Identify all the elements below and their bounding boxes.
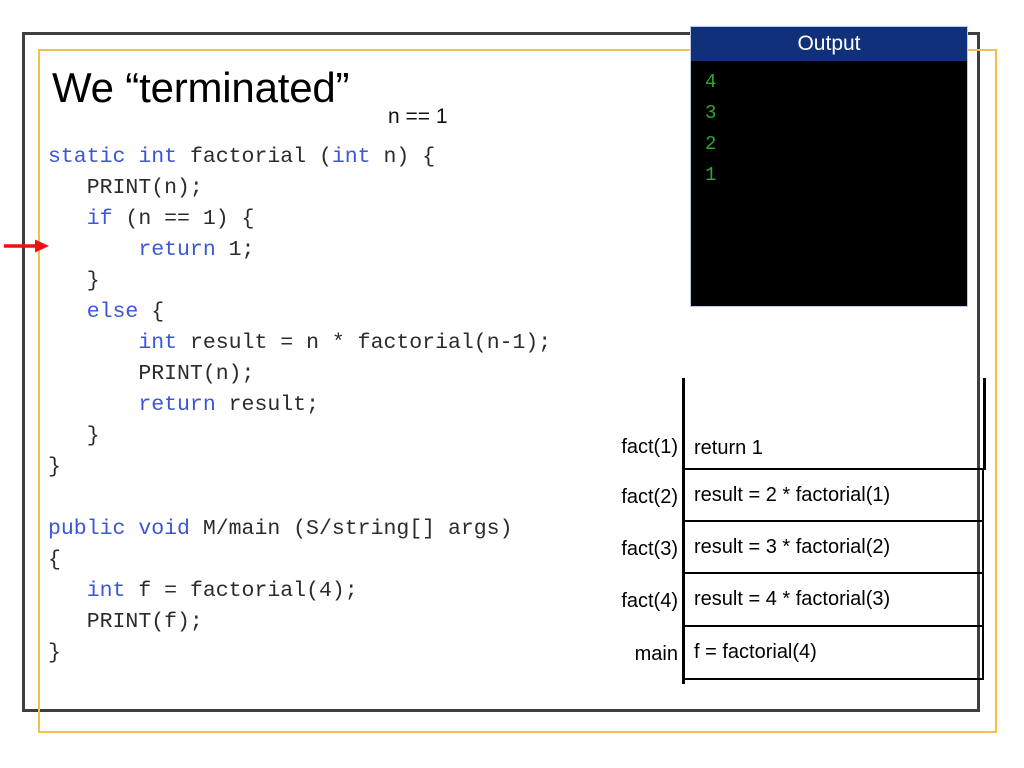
slide-canvas: We “terminated” n == 1 static int factor…: [0, 0, 1024, 768]
code-keyword: if: [86, 207, 113, 231]
code-keyword: int: [138, 331, 178, 355]
code-line: int result = n * factorial(n-1);: [48, 328, 648, 359]
code-text: }: [48, 424, 100, 448]
call-stack-frame-fact1: return 1: [682, 378, 984, 470]
call-stack-label-main: main: [634, 643, 678, 665]
code-keyword: else: [86, 300, 139, 324]
call-stack-diagram: fact(1) fact(2) fact(3) fact(4) main ret…: [604, 378, 986, 684]
code-text: }: [48, 455, 61, 479]
code-text: M/main (S/string[] args): [189, 517, 513, 541]
code-text: factorial (: [189, 145, 332, 169]
code-line: PRINT(n);: [48, 173, 648, 204]
call-stack-frame-fact1-right-edge: [983, 378, 986, 470]
code-line: public void M/main (S/string[] args): [48, 514, 648, 545]
annotation-base-case: n == 1: [388, 105, 448, 128]
code-text: {: [138, 300, 165, 324]
call-stack-frame-fact3: result = 3 * factorial(2): [682, 522, 984, 574]
output-console-line: 3: [705, 102, 717, 124]
call-stack-frame-body: f = factorial(4): [694, 641, 817, 663]
code-listing: static int factorial (int n) { PRINT(n);…: [48, 142, 648, 669]
code-text: f = factorial(4);: [125, 579, 358, 603]
code-line: int f = factorial(4);: [48, 576, 648, 607]
code-text: (n == 1) {: [112, 207, 255, 231]
code-line: }: [48, 421, 648, 452]
output-console-panel: Output 4 3 2 1: [690, 26, 968, 307]
code-text: result = n * factorial(n-1);: [177, 331, 552, 355]
code-keyword: int: [86, 579, 126, 603]
output-console-title: Output: [691, 27, 967, 61]
code-line: static int factorial (int n) {: [48, 142, 648, 173]
output-console-line: 1: [705, 164, 717, 186]
code-line: return 1;: [48, 235, 648, 266]
code-keyword: static int: [48, 145, 190, 169]
code-line: if (n == 1) {: [48, 204, 648, 235]
output-console-body: 4 3 2 1: [691, 61, 967, 306]
code-text: 1;: [215, 238, 255, 262]
code-keyword: public void: [48, 517, 190, 541]
code-text: PRINT(n);: [48, 176, 203, 200]
code-text: PRINT(n);: [48, 362, 255, 386]
call-stack-label-fact4: fact(4): [621, 590, 678, 612]
code-line: else {: [48, 297, 648, 328]
code-line: {: [48, 545, 648, 576]
output-console-line: 2: [705, 133, 717, 155]
code-keyword: int: [331, 145, 371, 169]
code-keyword: return: [138, 238, 216, 262]
code-text: PRINT(f);: [48, 610, 203, 634]
code-text: result;: [215, 393, 319, 417]
code-line: }: [48, 638, 648, 669]
code-text: n) {: [370, 145, 436, 169]
output-console-line: 4: [705, 71, 717, 93]
code-text: }: [48, 641, 61, 665]
call-stack-frame-body: result = 4 * factorial(3): [694, 588, 891, 610]
code-keyword: return: [138, 393, 216, 417]
call-stack-label-fact2: fact(2): [621, 486, 678, 508]
call-stack-frame-body: return 1: [694, 437, 763, 459]
code-text: }: [48, 269, 100, 293]
call-stack-frame-body: result = 2 * factorial(1): [694, 483, 891, 506]
code-text: {: [48, 548, 61, 572]
call-stack-frame-main: f = factorial(4): [682, 627, 984, 680]
call-stack-frame-body: result = 3 * factorial(2): [694, 535, 891, 558]
code-line: PRINT(n);: [48, 359, 648, 390]
red-arrow-icon: [4, 239, 49, 253]
call-stack-frame-fact4: result = 4 * factorial(3): [682, 574, 984, 627]
call-stack-frame-fact2: result = 2 * factorial(1): [682, 470, 984, 522]
code-line: PRINT(f);: [48, 607, 648, 638]
call-stack-label-fact3: fact(3): [621, 538, 678, 560]
call-stack-label-fact1: fact(1): [621, 436, 678, 458]
page-title: We “terminated”: [52, 64, 350, 111]
code-line: }: [48, 266, 648, 297]
code-line: }: [48, 452, 648, 483]
code-line: return result;: [48, 390, 648, 421]
